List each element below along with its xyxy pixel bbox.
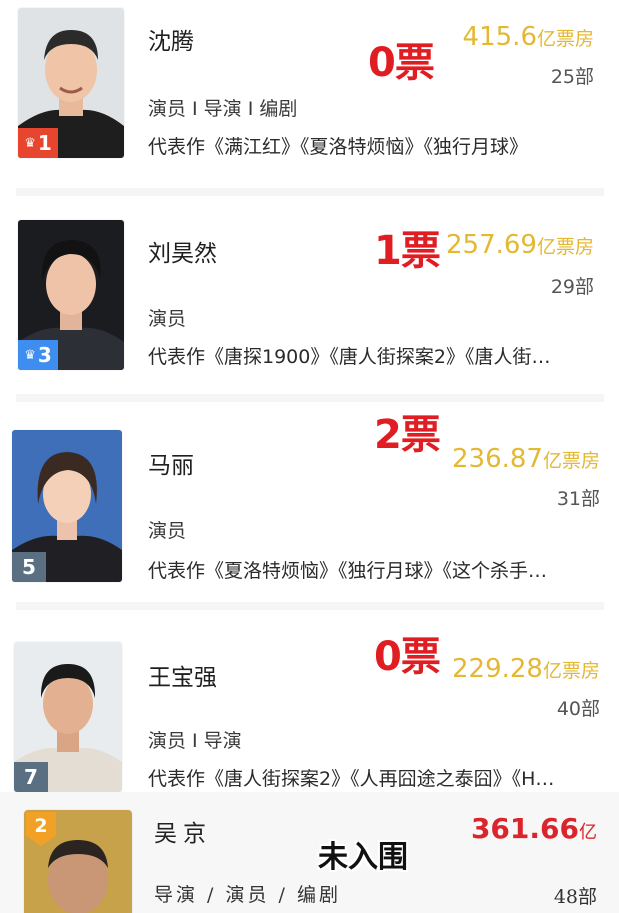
representative-works: 代表作《夏洛特烦恼》《独行月球》《这个杀手… [148, 560, 548, 582]
vote-count: 0票 [374, 634, 441, 680]
rank-number: 5 [22, 555, 36, 579]
actor-photo: 5 [12, 430, 122, 582]
roles: 演员 I 导演 I 编剧 [148, 98, 298, 120]
box-office: 257.69亿票房 [446, 230, 594, 260]
divider [16, 602, 604, 610]
vote-count: 0票 [368, 40, 435, 86]
film-count: 29部 [550, 276, 594, 298]
bottom-person-card[interactable]: 2 吴京 361.66亿 未入围 导演 / 演员 / 编剧 48部 [0, 792, 619, 913]
status-note: 未入围 [318, 840, 408, 875]
film-count: 40部 [556, 698, 600, 720]
vote-count: 1票 [374, 228, 441, 274]
divider [16, 188, 604, 196]
person-card[interactable]: ♛ 1 沈腾 0票 415.6亿票房 25部 演员 I 导演 I 编剧 代表作《… [16, 0, 604, 188]
film-count: 31部 [556, 488, 600, 510]
roles: 演员 I 导演 [148, 730, 242, 752]
person-card[interactable]: 7 王宝强 0票 229.28亿票房 40部 演员 I 导演 代表作《唐人街探案… [14, 610, 604, 792]
person-name: 刘昊然 [148, 241, 217, 267]
film-count: 48部 [553, 886, 597, 908]
rank-badge: ♛ 3 [18, 340, 58, 370]
film-count: 25部 [550, 66, 594, 88]
representative-works: 代表作《满江红》《夏洛特烦恼》《独行月球》 [148, 136, 529, 158]
crown-icon: ♛ [24, 135, 36, 151]
rank-badge: ♛ 1 [18, 128, 58, 158]
roles: 演员 [148, 308, 187, 330]
roles: 演员 [148, 520, 187, 542]
person-name: 吴京 [154, 821, 212, 847]
box-office: 361.66亿 [470, 812, 597, 845]
vote-count: 2票 [374, 412, 441, 458]
representative-works: 代表作《唐人街探案2》《人再囧途之泰囧》《H… [148, 768, 555, 790]
actor-photo: ♛ 3 [18, 220, 124, 370]
person-card[interactable]: ♛ 3 刘昊然 1票 257.69亿票房 29部 演员 代表作《唐探1900》《… [16, 196, 604, 394]
actor-photo: ♛ 1 [18, 8, 124, 158]
rank-badge: 5 [12, 552, 46, 582]
person-name: 王宝强 [148, 665, 217, 691]
person-name: 沈腾 [148, 29, 194, 55]
person-card[interactable]: 5 马丽 2票 236.87亿票房 31部 演员 代表作《夏洛特烦恼》《独行月球… [12, 402, 604, 602]
box-office: 236.87亿票房 [452, 444, 600, 474]
box-office: 415.6亿票房 [462, 22, 594, 52]
rank-number: 1 [37, 131, 52, 155]
representative-works: 代表作《唐探1900》《唐人街探案2》《唐人街… [148, 346, 551, 368]
divider [16, 394, 604, 402]
rank-number: 3 [37, 343, 52, 367]
box-office: 229.28亿票房 [452, 654, 600, 684]
rank-badge: 7 [14, 762, 48, 792]
rank-number: 7 [24, 765, 38, 789]
person-name: 马丽 [148, 453, 194, 479]
crown-icon: ♛ [24, 347, 36, 363]
roles: 导演 / 演员 / 编剧 [154, 884, 341, 906]
actor-photo: 7 [14, 642, 122, 792]
